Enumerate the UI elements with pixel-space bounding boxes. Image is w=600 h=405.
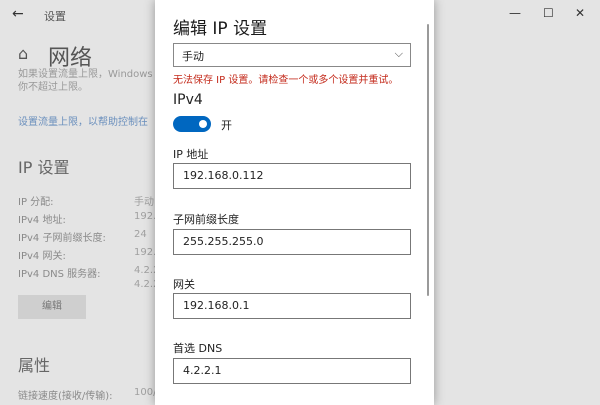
- minimize-icon[interactable]: —: [509, 6, 521, 20]
- ip-row-label: IPv4 子网前缀长度:: [18, 233, 106, 244]
- note-line-2: 你不超过上限。: [18, 82, 88, 93]
- ip-mode-value: 手动: [182, 50, 204, 63]
- error-message: 无法保存 IP 设置。请检查一个或多个设置并重试。: [173, 75, 399, 86]
- ip-row-label: IPv4 网关:: [18, 251, 66, 262]
- maximize-icon[interactable]: ☐: [543, 6, 554, 20]
- note-line-1: 如果设置流量上限，Windows: [18, 69, 153, 80]
- ip-row-label: IP 分配:: [18, 197, 54, 208]
- edit-button[interactable]: 编辑: [18, 295, 86, 319]
- close-icon[interactable]: ✕: [575, 6, 585, 20]
- ipv4-heading: IPv4: [173, 92, 203, 108]
- dialog-title: 编辑 IP 设置: [173, 19, 268, 39]
- preferred-dns-value: 4.2.2.1: [183, 364, 222, 377]
- properties-heading: 属性: [18, 356, 51, 375]
- settings-window: ← 设置 — ☐ ✕ ⌂ 网络 如果设置流量上限，Windows 你不超过上限。…: [0, 0, 600, 405]
- gateway-label: 网关: [173, 278, 195, 291]
- window-title: 设置: [44, 10, 66, 23]
- link-speed-label: 链接速度(接收/传输):: [18, 391, 113, 402]
- subnet-prefix-label: 子网前缀长度: [173, 213, 239, 226]
- ip-row-value: 手动: [134, 197, 154, 208]
- ip-row-value: 192.: [134, 247, 157, 258]
- ip-row-label: IPv4 地址:: [18, 215, 66, 226]
- ip-settings-heading: IP 设置: [18, 158, 70, 177]
- link-speed-value: 100/: [134, 387, 157, 398]
- ip-row-value: 192.: [134, 211, 157, 222]
- toggle-label: 开: [221, 119, 232, 132]
- back-arrow-icon[interactable]: ←: [12, 6, 24, 22]
- ip-address-value: 192.168.0.112: [183, 169, 264, 182]
- chevron-down-icon: ⌵: [394, 47, 403, 60]
- data-limit-note: 如果设置流量上限，Windows 你不超过上限。: [18, 68, 158, 94]
- ip-row-value: 24: [134, 229, 147, 240]
- edit-ip-dialog: 编辑 IP 设置 手动 ⌵ 无法保存 IP 设置。请检查一个或多个设置并重试。 …: [155, 0, 434, 405]
- ipv4-toggle[interactable]: [173, 116, 211, 132]
- ip-mode-dropdown[interactable]: 手动 ⌵: [173, 43, 411, 67]
- data-limit-link[interactable]: 设置流量上限，以帮助控制在: [18, 113, 158, 128]
- preferred-dns-label: 首选 DNS: [173, 342, 223, 355]
- subnet-prefix-field[interactable]: 255.255.255.0: [173, 229, 411, 255]
- ip-address-field[interactable]: 192.168.0.112: [173, 163, 411, 189]
- ip-address-label: IP 地址: [173, 148, 209, 161]
- ip-row-label: IPv4 DNS 服务器:: [18, 269, 101, 280]
- toggle-knob: [199, 120, 207, 128]
- gateway-field[interactable]: 192.168.0.1: [173, 293, 411, 319]
- preferred-dns-field[interactable]: 4.2.2.1: [173, 358, 411, 384]
- scrollbar[interactable]: [427, 24, 429, 296]
- gateway-value: 192.168.0.1: [183, 299, 250, 312]
- home-icon[interactable]: ⌂: [18, 44, 28, 63]
- subnet-prefix-value: 255.255.255.0: [183, 235, 264, 248]
